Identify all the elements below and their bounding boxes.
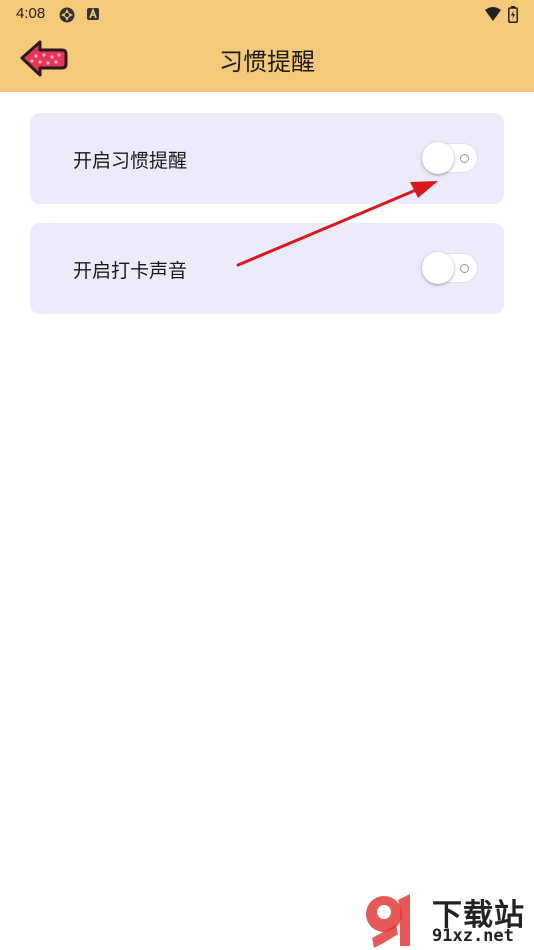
toggle-off-indicator-icon bbox=[460, 264, 469, 273]
watermark-logo-icon bbox=[366, 894, 410, 948]
wifi-icon bbox=[484, 6, 502, 26]
status-bar: 4:08 bbox=[0, 0, 534, 28]
status-time: 4:08 bbox=[16, 5, 46, 22]
watermark: 下载站 91xz.net bbox=[362, 888, 534, 950]
settings-gear-icon bbox=[58, 6, 76, 28]
habit-reminder-toggle[interactable] bbox=[422, 142, 480, 176]
header: 4:08 习惯提醒 bbox=[0, 0, 534, 92]
battery-icon bbox=[508, 6, 518, 27]
checkin-sound-toggle[interactable] bbox=[422, 252, 480, 286]
page-title: 习惯提醒 bbox=[219, 48, 315, 76]
toggle-thumb bbox=[422, 142, 454, 174]
setting-label-checkin-sound: 开启打卡声音 bbox=[73, 260, 188, 282]
setting-card-habit-reminder: 开启习惯提醒 bbox=[30, 113, 504, 204]
toggle-off-indicator-icon bbox=[460, 154, 469, 163]
toggle-thumb bbox=[422, 252, 454, 284]
setting-label-habit-reminder: 开启习惯提醒 bbox=[73, 150, 188, 172]
app-bar: 习惯提醒 bbox=[0, 28, 534, 92]
watermark-url: 91xz.net bbox=[432, 926, 514, 946]
setting-card-checkin-sound: 开启打卡声音 bbox=[30, 223, 504, 314]
a-badge-icon bbox=[86, 6, 100, 25]
